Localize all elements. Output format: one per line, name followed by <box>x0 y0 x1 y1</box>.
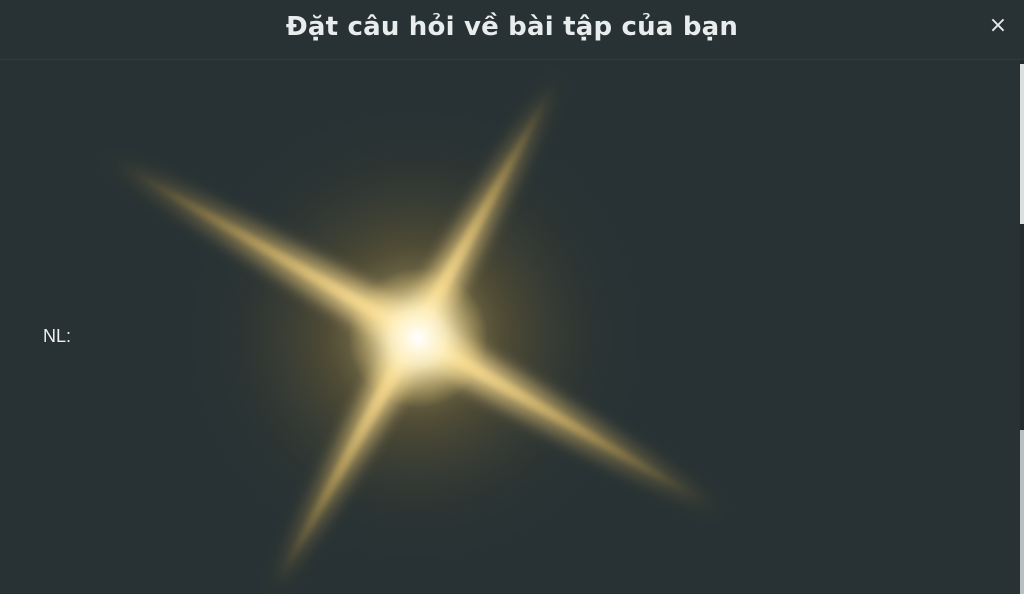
nl-label: NL: <box>43 326 72 346</box>
dialog-header: Đặt câu hỏi về bài tập của bạn × <box>0 0 1024 60</box>
sparkle-image <box>103 72 727 594</box>
scrollbar-thumb[interactable] <box>1020 64 1024 224</box>
dialog-title: Đặt câu hỏi về bài tập của bạn <box>285 12 739 42</box>
scrollbar-thumb-lower[interactable] <box>1020 430 1024 594</box>
close-icon[interactable]: × <box>986 14 1010 38</box>
dialog-body: NL: <box>0 60 1020 594</box>
ask-question-dialog: Đặt câu hỏi về bài tập của bạn × NL: <box>0 0 1024 594</box>
sparkle-core <box>348 268 488 408</box>
